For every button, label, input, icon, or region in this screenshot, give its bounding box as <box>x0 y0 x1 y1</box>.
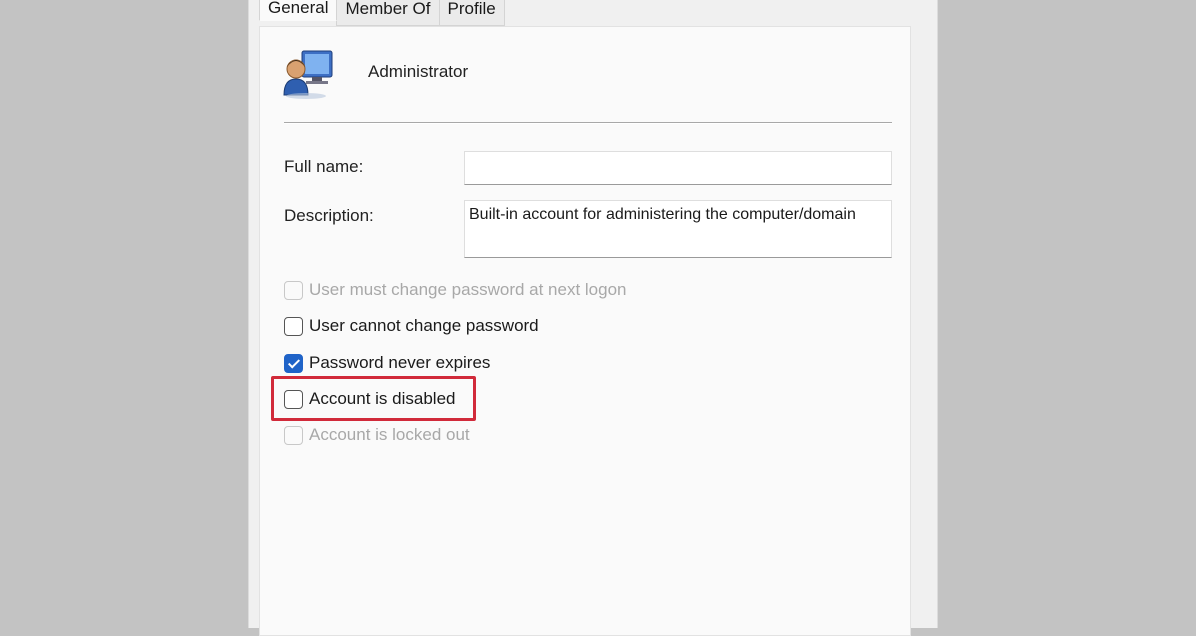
account-locked-label: Account is locked out <box>309 425 470 444</box>
password-never-expires-box[interactable] <box>284 353 303 373</box>
general-tab-panel: Administrator Full name: Description: Bu… <box>259 26 911 636</box>
password-never-expires-checkbox[interactable]: Password never expires <box>284 353 490 373</box>
user-account-icon <box>282 47 338 103</box>
account-name: Administrator <box>368 62 469 81</box>
account-disabled-highlight <box>271 376 476 421</box>
tab-strip: General Member Of Profile <box>259 0 505 26</box>
tab-profile[interactable]: Profile <box>438 0 505 26</box>
full-name-input[interactable] <box>464 151 892 185</box>
header-divider <box>284 122 892 124</box>
password-never-expires-label: Password never expires <box>309 353 491 372</box>
cannot-change-password-checkbox[interactable]: User cannot change password <box>284 316 539 336</box>
must-change-password-box[interactable] <box>284 280 303 300</box>
user-properties-dialog: General Member Of Profile Administrator <box>248 0 938 636</box>
must-change-password-checkbox[interactable]: User must change password at next logon <box>284 280 627 300</box>
tab-general[interactable]: General <box>259 0 338 21</box>
account-header: Administrator <box>282 47 468 103</box>
account-locked-box[interactable] <box>284 425 303 445</box>
description-input[interactable]: Built-in account for administering the c… <box>464 200 892 258</box>
cannot-change-password-box[interactable] <box>284 316 303 336</box>
cannot-change-password-label: User cannot change password <box>309 316 539 335</box>
must-change-password-label: User must change password at next logon <box>309 280 627 299</box>
tab-member-of[interactable]: Member Of <box>336 0 440 26</box>
tab-member-of-label: Member Of <box>345 0 431 18</box>
tab-general-label: General <box>268 0 329 17</box>
full-name-label: Full name: <box>284 157 364 176</box>
account-locked-checkbox[interactable]: Account is locked out <box>284 425 470 445</box>
tab-profile-label: Profile <box>447 0 496 18</box>
description-label: Description: <box>284 206 374 225</box>
